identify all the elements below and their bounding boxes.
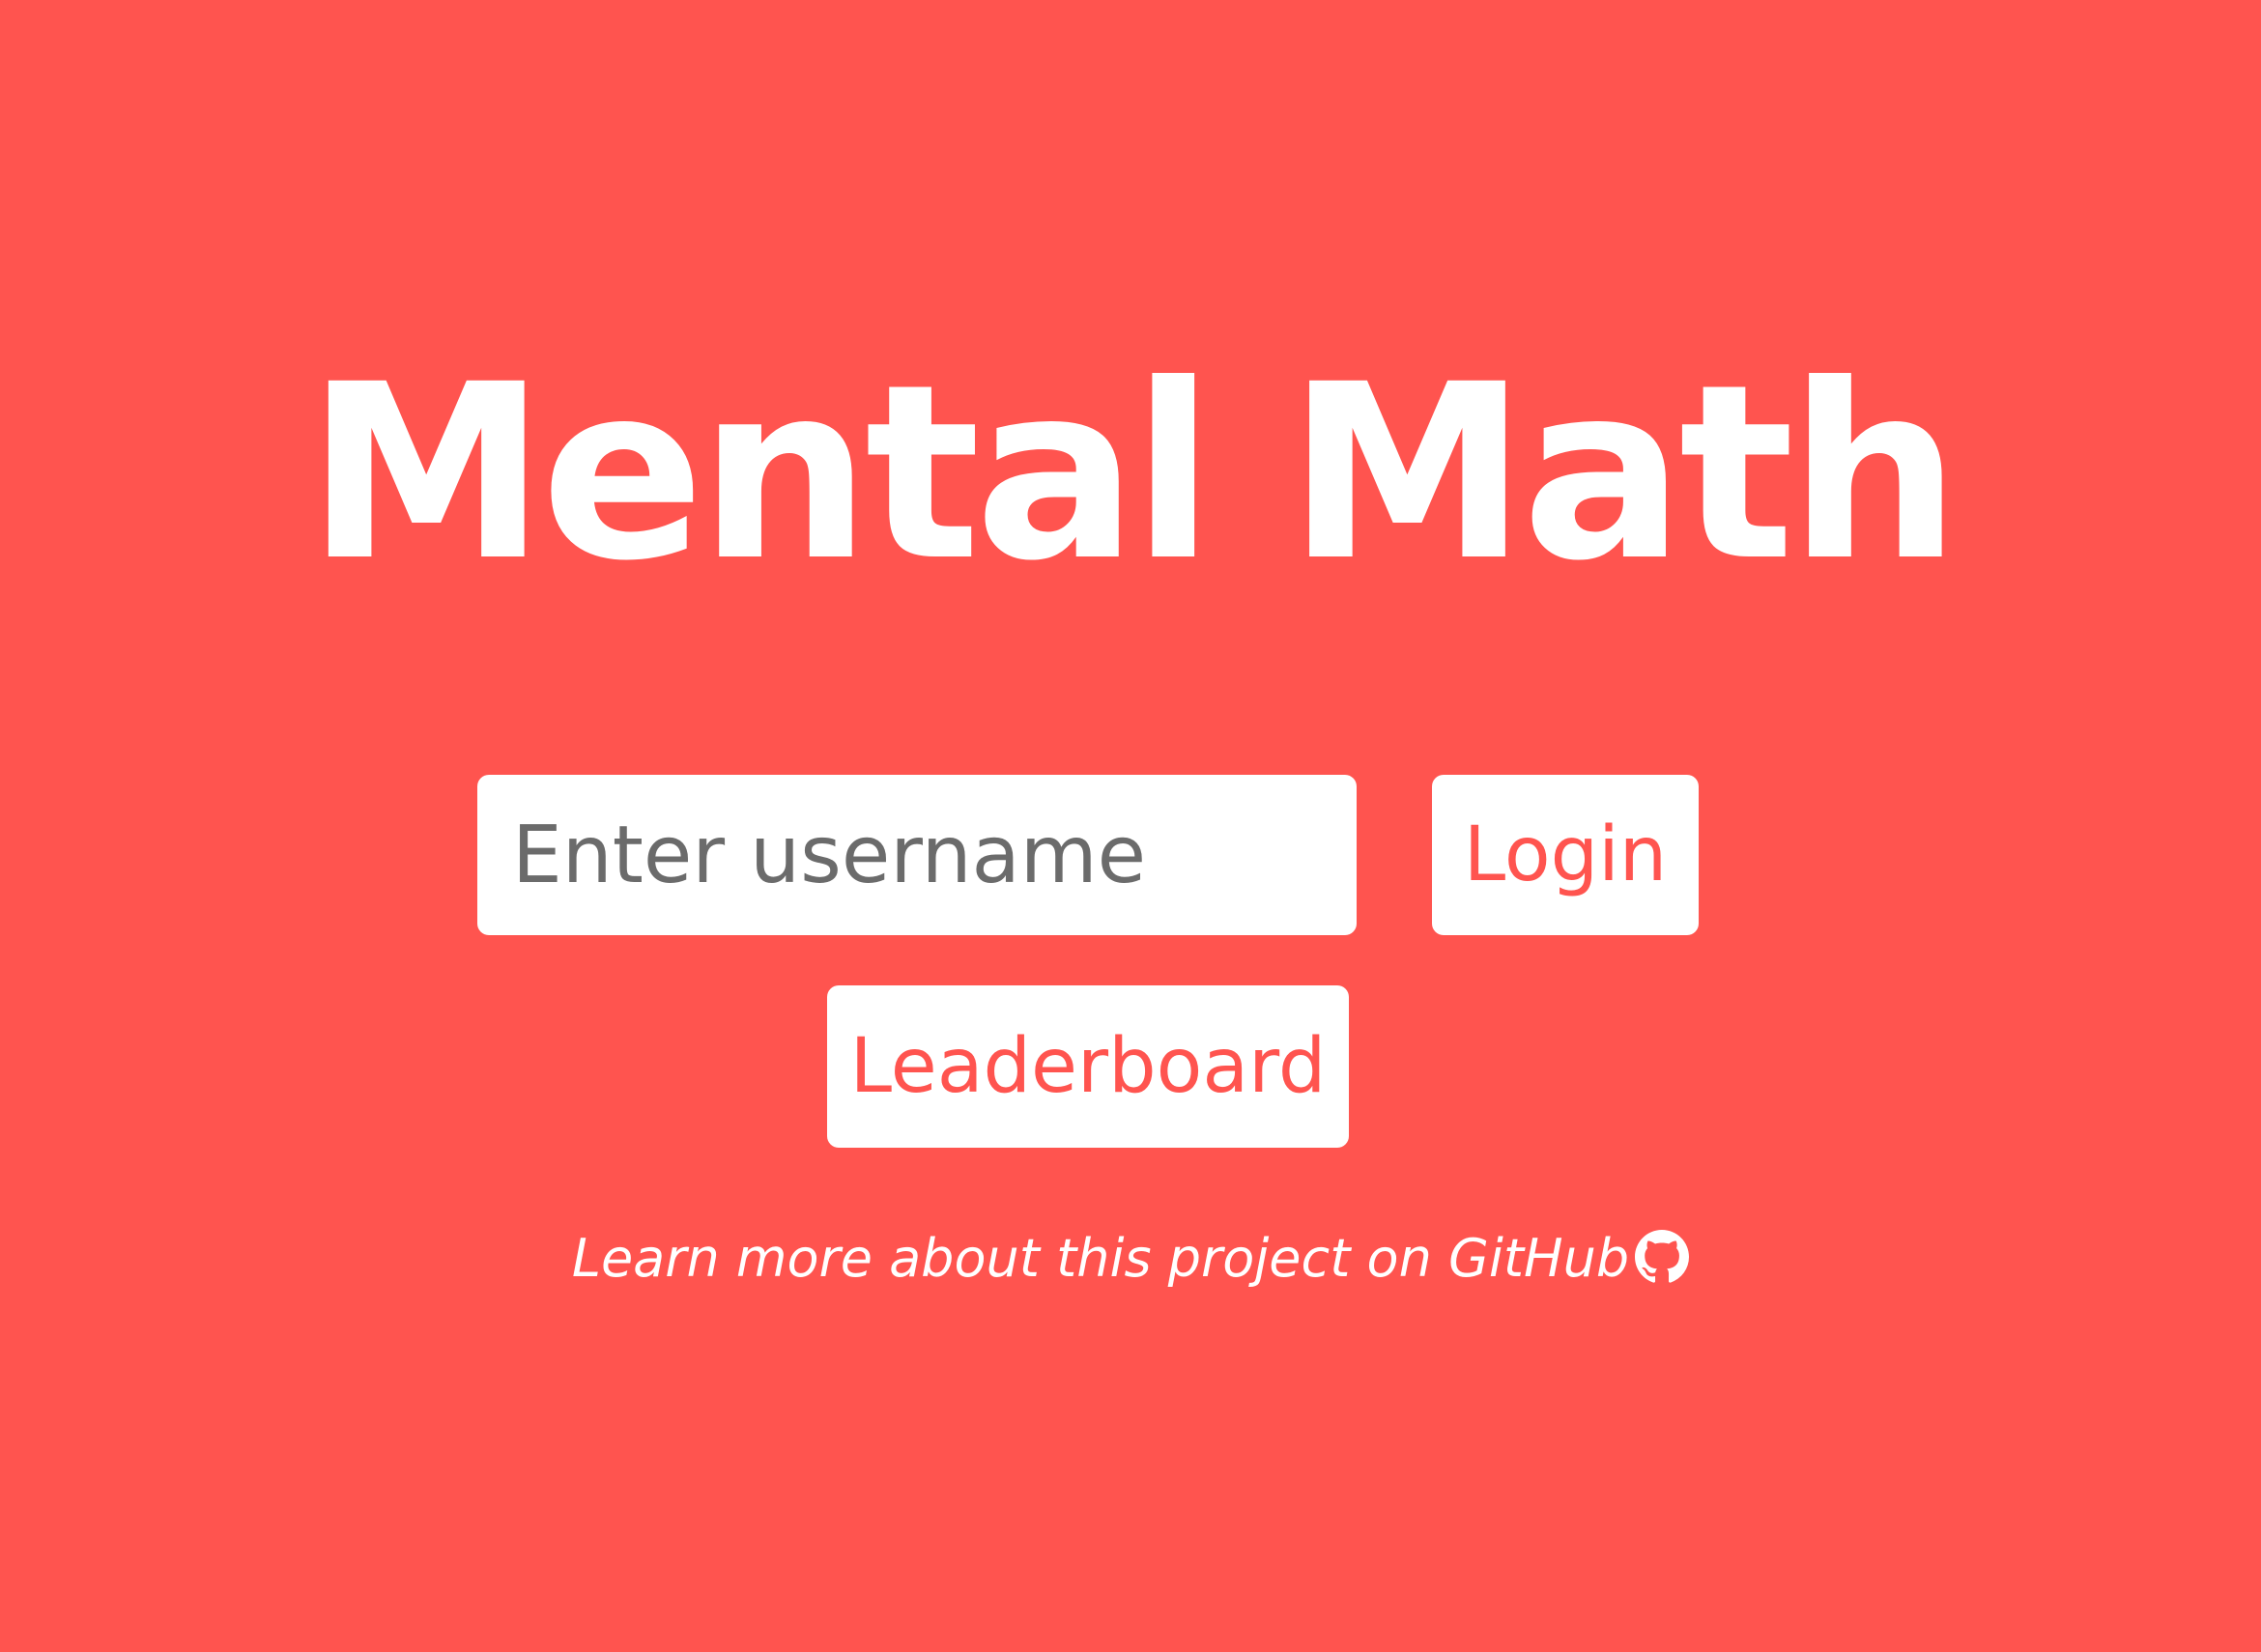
footer-text: Learn more about this project on [571, 1228, 1448, 1289]
leaderboard-button[interactable]: Leaderboard [827, 985, 1349, 1148]
github-link[interactable]: GitHub [1448, 1228, 1690, 1289]
login-button[interactable]: Login [1432, 775, 1699, 935]
github-link-text[interactable]: GitHub [1448, 1228, 1629, 1289]
footer-project-info: Learn more about this project on GitHub [0, 1225, 2261, 1293]
github-icon[interactable] [1635, 1230, 1690, 1284]
page-title: Mental Math [305, 332, 1960, 613]
username-input[interactable] [477, 775, 1357, 935]
